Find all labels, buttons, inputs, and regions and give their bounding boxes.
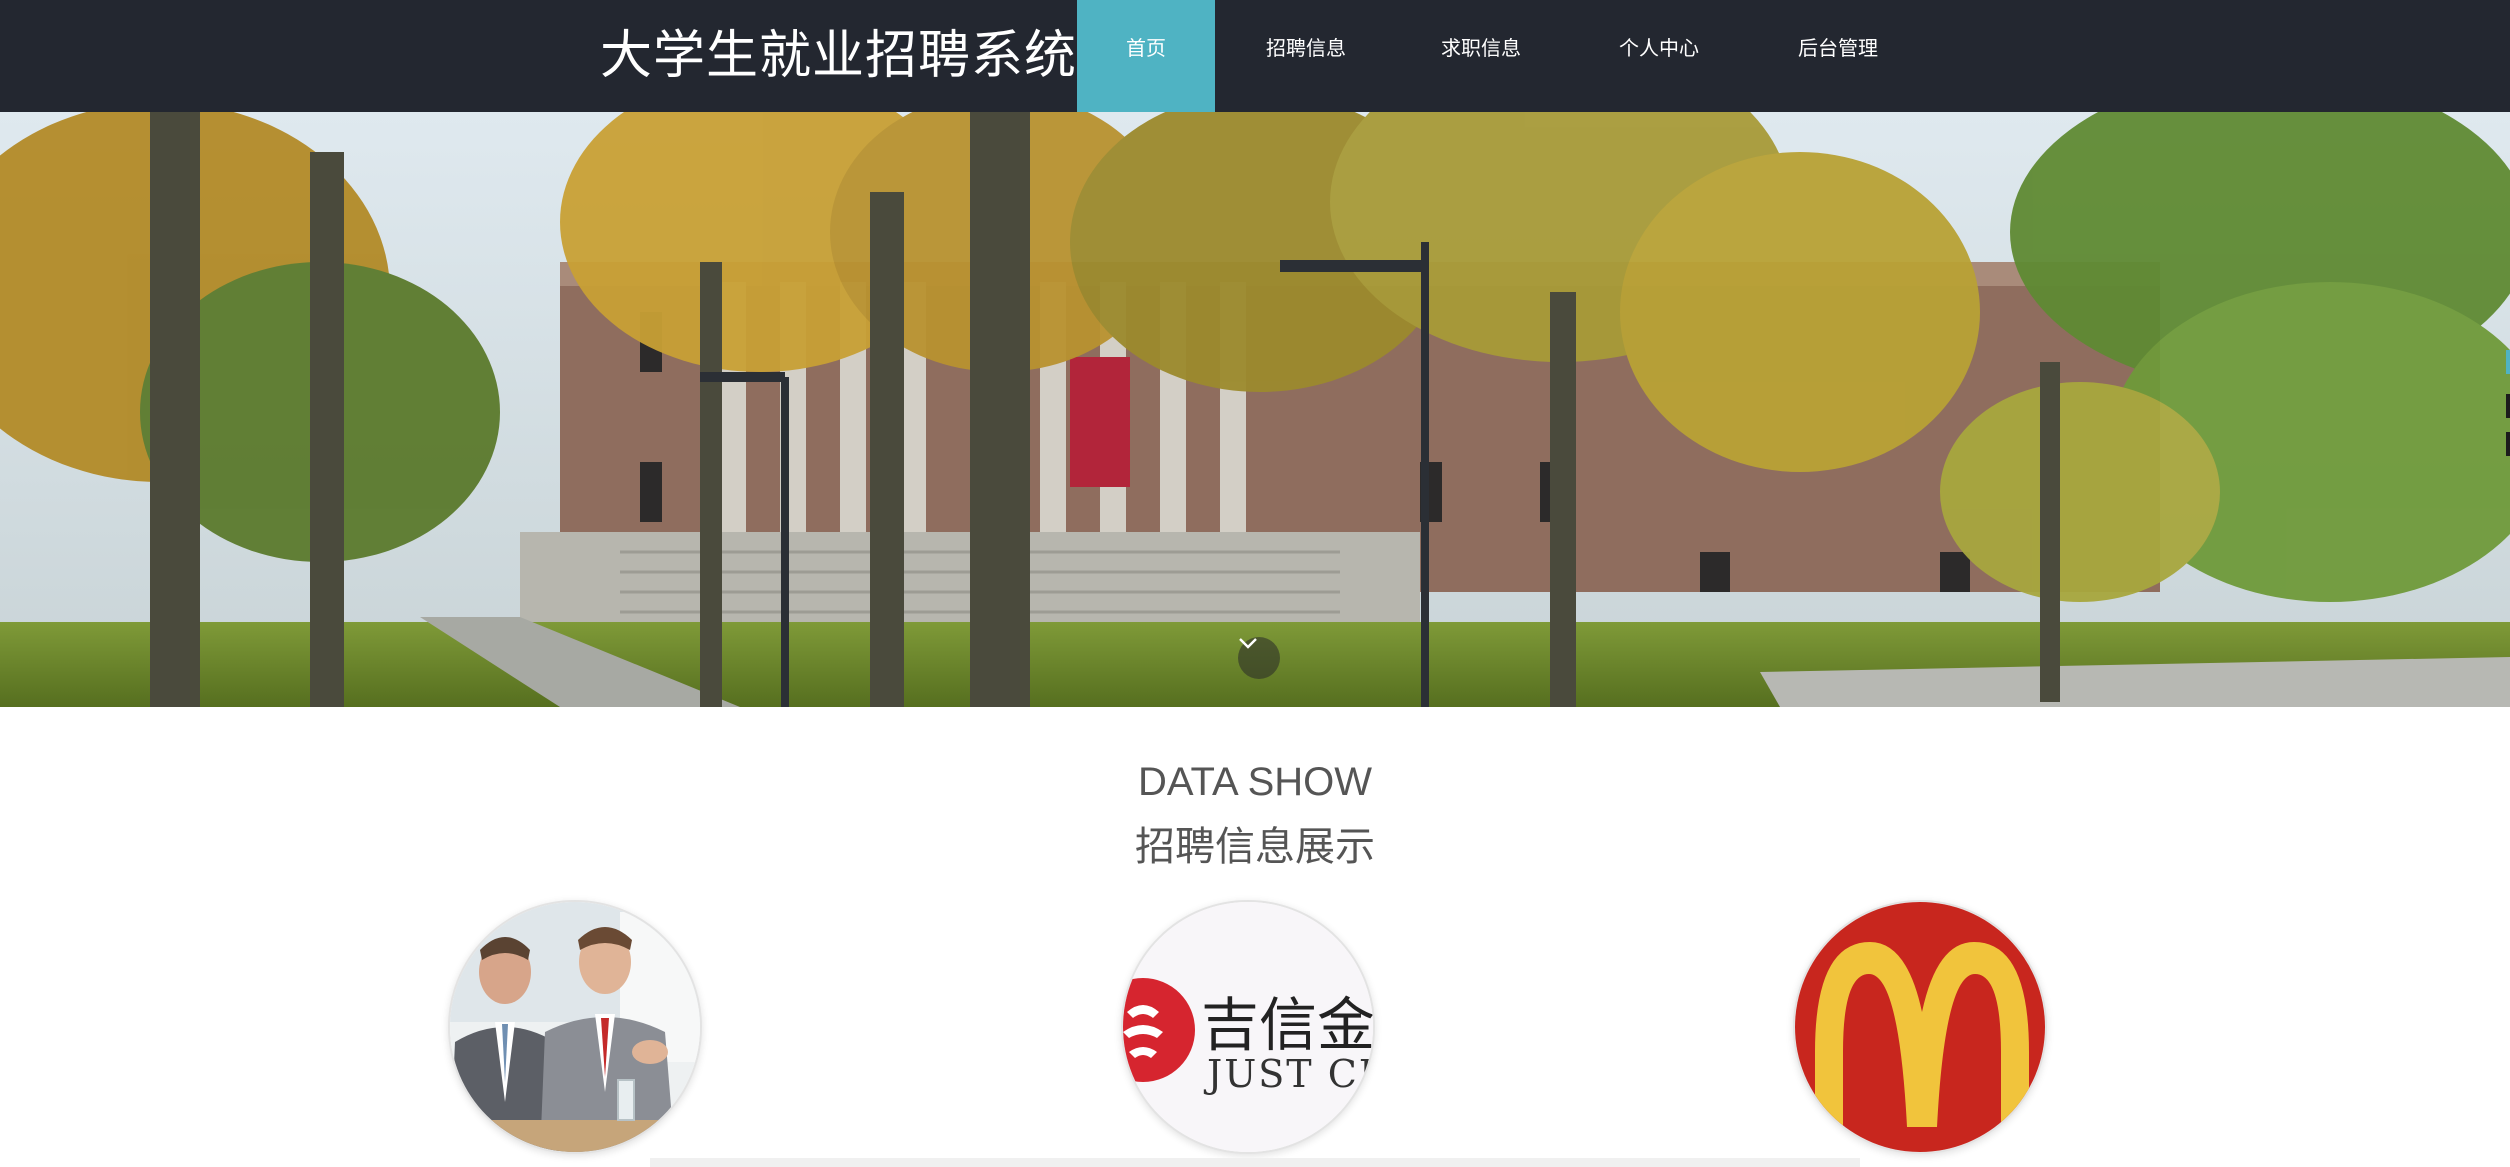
site-title[interactable]: 大学生就业招聘系统 [600, 12, 1077, 100]
slide-indicator-1[interactable] [2506, 350, 2510, 374]
slide-indicator-3[interactable] [2506, 432, 2510, 456]
mcdonalds-logo-icon [1795, 902, 2045, 1152]
job-card-3[interactable] [1793, 900, 2047, 1154]
card-logo-subtext: JUST CRE [1207, 1052, 1373, 1096]
card-logo-text: 吉信金 [1201, 991, 1375, 1059]
chevron-down-icon [1239, 638, 1257, 649]
campus-photo [0, 112, 2510, 707]
top-navbar: 大学生就业招聘系统 首页 招聘信息 求职信息 个人中心 后台管理 [0, 0, 2510, 112]
section-title-cn: 招聘信息展示 [1135, 824, 1375, 870]
business-meeting-photo [450, 902, 700, 1152]
nav-home[interactable]: 首页 [1077, 0, 1215, 112]
section-title-en: DATA SHOW [1137, 760, 1373, 804]
slide-indicator-2[interactable] [2506, 394, 2510, 418]
nav-admin[interactable]: 后台管理 [1772, 0, 1904, 112]
hero-banner [0, 112, 2510, 707]
content-panel-edge [650, 1158, 1860, 1167]
job-card-2[interactable]: 吉信金 JUST CRE [1121, 900, 1375, 1154]
nav-recruitment-info[interactable]: 招聘信息 [1240, 0, 1372, 112]
scroll-down-button[interactable] [1238, 637, 1280, 679]
nav-job-seeking-info[interactable]: 求职信息 [1415, 0, 1547, 112]
nav-personal-center[interactable]: 个人中心 [1593, 0, 1725, 112]
job-card-1[interactable] [448, 900, 702, 1154]
